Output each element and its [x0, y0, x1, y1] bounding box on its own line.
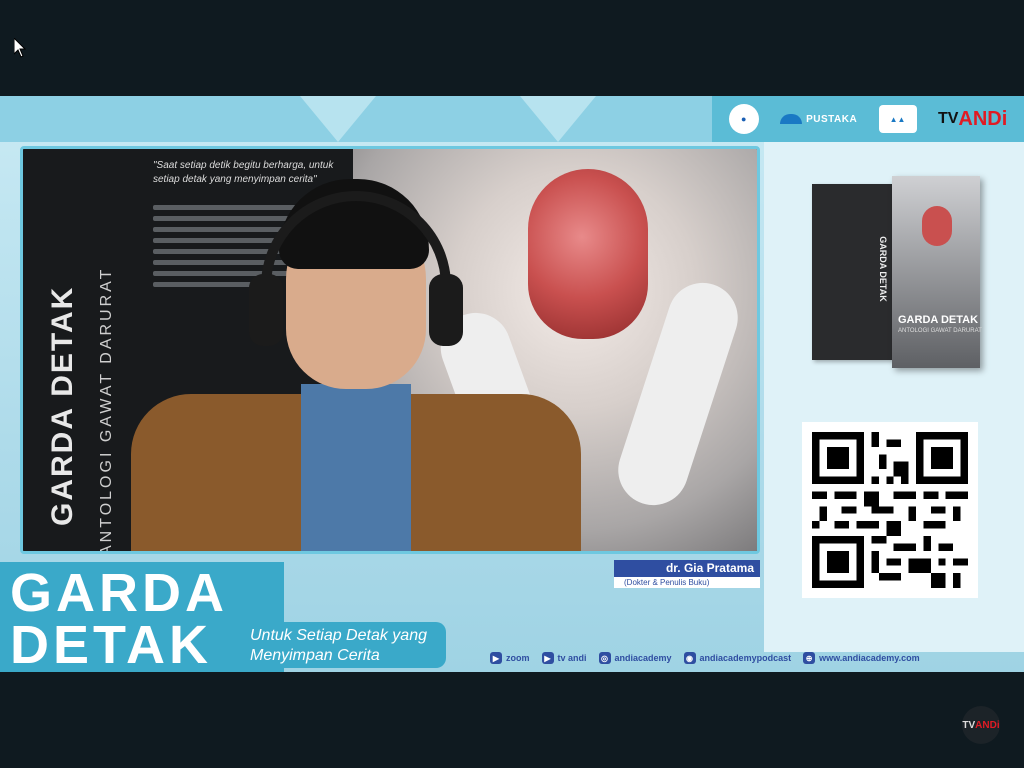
pustaka-logo: PUSTAKA — [780, 114, 857, 125]
instagram-icon: ◎ — [598, 652, 611, 664]
speaker-role: (Dokter & Penulis Buku) — [614, 577, 760, 588]
speaker-nameplate: dr. Gia Pratama (Dokter & Penulis Buku) — [614, 560, 760, 588]
sponsor-logos: ● PUSTAKA ▲▲ TV ANDi — [712, 96, 1024, 142]
speaker-video-feed: GARDA DETAK ANTOLOGI GAWAT DARURAT "Saat… — [20, 146, 760, 554]
social-item-zoom: ▶ zoom — [490, 652, 530, 664]
zoom-icon: ▶ — [490, 652, 502, 664]
headphone-cup — [429, 274, 463, 346]
jacket — [381, 394, 581, 551]
web-icon: ⊕ — [803, 652, 816, 664]
video-call-stage: ● PUSTAKA ▲▲ TV ANDi GARDA DETAK ANTOLOGI… — [0, 96, 1024, 672]
book-front-subtitle: ANTOLOGI GAWAT DARURAT — [898, 328, 982, 334]
shirt — [301, 384, 411, 551]
book-heart-illustration — [922, 206, 952, 246]
book-back-cover: GARDA DETAK — [812, 184, 892, 360]
banner-title: GARDA DETAK — [46, 285, 79, 526]
book-promo-panel: GARDA DETAK GARDA DETAK ANTOLOGI GAWAT D… — [764, 142, 1024, 652]
show-title-line2: DETAK — [10, 615, 212, 672]
kemdikbud-logo: ● — [728, 104, 759, 134]
bottom-letterbox — [0, 672, 1024, 768]
book-front-title: GARDA DETAK — [898, 314, 979, 326]
tv-icon: ▶ — [541, 652, 554, 664]
speaker-name: dr. Gia Pratama — [614, 560, 760, 577]
social-links: ▶ zoom ▶ tv andi ◎ andiacademy ◉ andiacademy… — [490, 652, 920, 664]
social-item-instagram: ◎ andiacademy — [598, 652, 672, 664]
headphones-icon — [261, 191, 451, 311]
book-spine-title: GARDA DETAK — [877, 236, 888, 302]
social-item-tv: ▶ tv andi — [541, 652, 587, 664]
social-item-web: ⊕ www.andiacademy.com — [803, 652, 920, 664]
akademi-logo: ▲▲ — [878, 105, 917, 133]
book-front-cover: GARDA DETAK ANTOLOGI GAWAT DARURAT — [892, 176, 982, 368]
speaker-person — [131, 179, 581, 551]
show-tagline: Untuk Setiap Detak yang Menyimpan Cerita — [240, 622, 446, 668]
band-decoration — [520, 96, 596, 142]
tv-andi-logo: TV ANDi — [937, 107, 1008, 130]
banner-subtitle: ANTOLOGI GAWAT DARURAT — [98, 266, 115, 554]
top-letterbox — [0, 0, 1024, 96]
tv-andi-badge: TV ANDi — [962, 706, 1000, 744]
podcast-icon: ◉ — [683, 652, 696, 664]
show-title-line1: GARDA — [10, 563, 228, 623]
qr-code[interactable] — [802, 422, 978, 598]
band-decoration — [300, 96, 376, 142]
headphone-cup — [249, 274, 283, 346]
social-item-podcast: ◉ andiacademypodcast — [683, 652, 791, 664]
